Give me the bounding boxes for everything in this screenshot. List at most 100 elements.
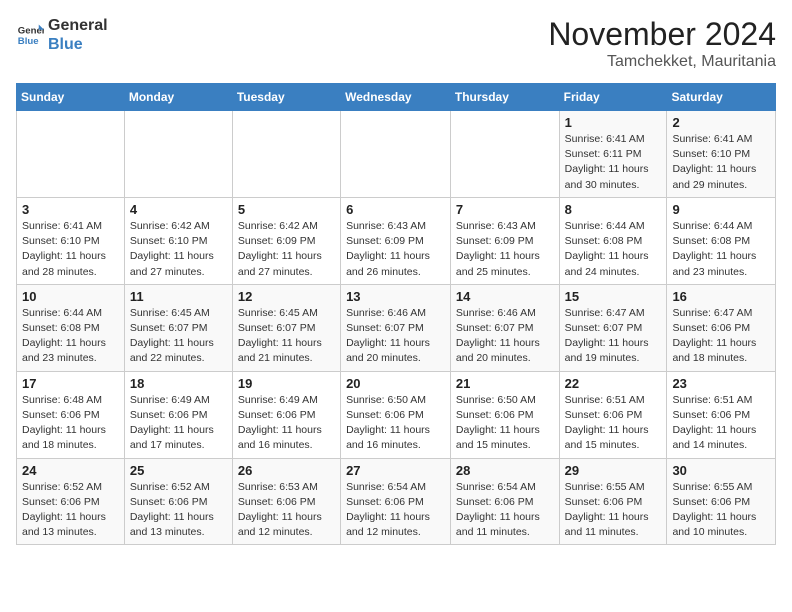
day-number: 23 <box>672 376 770 391</box>
day-info: Sunrise: 6:47 AM Sunset: 6:07 PM Dayligh… <box>565 306 662 367</box>
calendar-cell: 26 Sunrise: 6:53 AM Sunset: 6:06 PM Dayli… <box>232 458 340 545</box>
day-info: Sunrise: 6:50 AM Sunset: 6:06 PM Dayligh… <box>346 393 445 454</box>
calendar-cell: 1Sunrise: 6:41 AM Sunset: 6:11 PM Daylig… <box>559 111 667 198</box>
header-monday: Monday <box>124 84 232 111</box>
svg-text:Blue: Blue <box>18 36 39 47</box>
day-number: 25 <box>130 463 227 478</box>
day-number: 19 <box>238 376 335 391</box>
day-info: Sunrise: 6:49 AM Sunset: 6:06 PM Dayligh… <box>130 393 227 454</box>
day-info: Sunrise: 6:44 AM Sunset: 6:08 PM Dayligh… <box>565 219 662 280</box>
calendar-cell: 14 Sunrise: 6:46 AM Sunset: 6:07 PM Dayli… <box>450 284 559 371</box>
header-saturday: Saturday <box>667 84 776 111</box>
day-info: Sunrise: 6:54 AM Sunset: 6:06 PM Dayligh… <box>346 480 445 541</box>
day-number: 20 <box>346 376 445 391</box>
day-number: 30 <box>672 463 770 478</box>
calendar-week-4: 17Sunrise: 6:48 AM Sunset: 6:06 PM Dayli… <box>17 371 776 458</box>
day-info: Sunrise: 6:46 AM Sunset: 6:07 PM Dayligh… <box>346 306 445 367</box>
calendar-table: SundayMondayTuesdayWednesdayThursdayFrid… <box>16 83 776 545</box>
calendar-cell: 5Sunrise: 6:42 AM Sunset: 6:09 PM Daylig… <box>232 197 340 284</box>
page-header: General Blue General Blue November 2024 … <box>16 16 776 71</box>
day-number: 21 <box>456 376 554 391</box>
calendar-cell: 15 Sunrise: 6:47 AM Sunset: 6:07 PM Dayli… <box>559 284 667 371</box>
calendar-cell: 8 Sunrise: 6:44 AM Sunset: 6:08 PM Daylig… <box>559 197 667 284</box>
day-number: 9 <box>672 202 770 217</box>
location-title: Tamchekket, Mauritania <box>548 53 776 71</box>
calendar-cell: 29Sunrise: 6:55 AM Sunset: 6:06 PM Dayli… <box>559 458 667 545</box>
header-wednesday: Wednesday <box>341 84 451 111</box>
month-title: November 2024 <box>548 16 776 53</box>
day-info: Sunrise: 6:44 AM Sunset: 6:08 PM Dayligh… <box>672 219 770 280</box>
day-info: Sunrise: 6:53 AM Sunset: 6:06 PM Dayligh… <box>238 480 335 541</box>
day-info: Sunrise: 6:50 AM Sunset: 6:06 PM Dayligh… <box>456 393 554 454</box>
calendar-cell: 24 Sunrise: 6:52 AM Sunset: 6:06 PM Dayli… <box>17 458 125 545</box>
day-number: 24 <box>22 463 119 478</box>
calendar-cell: 4 Sunrise: 6:42 AM Sunset: 6:10 PM Daylig… <box>124 197 232 284</box>
header-thursday: Thursday <box>450 84 559 111</box>
title-block: November 2024 Tamchekket, Mauritania <box>548 16 776 71</box>
day-info: Sunrise: 6:43 AM Sunset: 6:09 PM Dayligh… <box>456 219 554 280</box>
calendar-cell: 23 Sunrise: 6:51 AM Sunset: 6:06 PM Dayli… <box>667 371 776 458</box>
day-info: Sunrise: 6:46 AM Sunset: 6:07 PM Dayligh… <box>456 306 554 367</box>
calendar-cell: 25 Sunrise: 6:52 AM Sunset: 6:06 PM Dayli… <box>124 458 232 545</box>
day-number: 8 <box>565 202 662 217</box>
day-info: Sunrise: 6:54 AM Sunset: 6:06 PM Dayligh… <box>456 480 554 541</box>
calendar-cell: 28 Sunrise: 6:54 AM Sunset: 6:06 PM Dayli… <box>450 458 559 545</box>
calendar-cell: 2Sunrise: 6:41 AM Sunset: 6:10 PM Daylig… <box>667 111 776 198</box>
day-number: 26 <box>238 463 335 478</box>
day-info: Sunrise: 6:43 AM Sunset: 6:09 PM Dayligh… <box>346 219 445 280</box>
day-number: 7 <box>456 202 554 217</box>
calendar-cell: 7 Sunrise: 6:43 AM Sunset: 6:09 PM Daylig… <box>450 197 559 284</box>
logo-general-text: General <box>48 16 108 35</box>
calendar-cell: 9 Sunrise: 6:44 AM Sunset: 6:08 PM Daylig… <box>667 197 776 284</box>
day-number: 16 <box>672 289 770 304</box>
day-info: Sunrise: 6:44 AM Sunset: 6:08 PM Dayligh… <box>22 306 119 367</box>
day-info: Sunrise: 6:49 AM Sunset: 6:06 PM Dayligh… <box>238 393 335 454</box>
day-info: Sunrise: 6:55 AM Sunset: 6:06 PM Dayligh… <box>672 480 770 541</box>
calendar-cell: 17Sunrise: 6:48 AM Sunset: 6:06 PM Dayli… <box>17 371 125 458</box>
day-number: 1 <box>565 115 662 130</box>
calendar-cell: 21 Sunrise: 6:50 AM Sunset: 6:06 PM Dayli… <box>450 371 559 458</box>
day-info: Sunrise: 6:52 AM Sunset: 6:06 PM Dayligh… <box>22 480 119 541</box>
logo-blue-text: Blue <box>48 35 108 54</box>
day-info: Sunrise: 6:42 AM Sunset: 6:10 PM Dayligh… <box>130 219 227 280</box>
day-number: 18 <box>130 376 227 391</box>
day-info: Sunrise: 6:47 AM Sunset: 6:06 PM Dayligh… <box>672 306 770 367</box>
calendar-cell: 22Sunrise: 6:51 AM Sunset: 6:06 PM Dayli… <box>559 371 667 458</box>
day-info: Sunrise: 6:51 AM Sunset: 6:06 PM Dayligh… <box>672 393 770 454</box>
day-number: 4 <box>130 202 227 217</box>
day-number: 29 <box>565 463 662 478</box>
calendar-cell: 3 Sunrise: 6:41 AM Sunset: 6:10 PM Daylig… <box>17 197 125 284</box>
day-info: Sunrise: 6:45 AM Sunset: 6:07 PM Dayligh… <box>130 306 227 367</box>
calendar-week-3: 10Sunrise: 6:44 AM Sunset: 6:08 PM Dayli… <box>17 284 776 371</box>
day-number: 11 <box>130 289 227 304</box>
calendar-cell: 20 Sunrise: 6:50 AM Sunset: 6:06 PM Dayli… <box>341 371 451 458</box>
calendar-cell: 13 Sunrise: 6:46 AM Sunset: 6:07 PM Dayli… <box>341 284 451 371</box>
calendar-cell: 11 Sunrise: 6:45 AM Sunset: 6:07 PM Dayli… <box>124 284 232 371</box>
calendar-cell: 19 Sunrise: 6:49 AM Sunset: 6:06 PM Dayli… <box>232 371 340 458</box>
day-number: 15 <box>565 289 662 304</box>
calendar-week-2: 3 Sunrise: 6:41 AM Sunset: 6:10 PM Daylig… <box>17 197 776 284</box>
day-number: 3 <box>22 202 119 217</box>
day-number: 14 <box>456 289 554 304</box>
day-number: 5 <box>238 202 335 217</box>
day-info: Sunrise: 6:51 AM Sunset: 6:06 PM Dayligh… <box>565 393 662 454</box>
calendar-week-5: 24 Sunrise: 6:52 AM Sunset: 6:06 PM Dayli… <box>17 458 776 545</box>
day-info: Sunrise: 6:48 AM Sunset: 6:06 PM Dayligh… <box>22 393 119 454</box>
day-number: 12 <box>238 289 335 304</box>
day-info: Sunrise: 6:41 AM Sunset: 6:10 PM Dayligh… <box>22 219 119 280</box>
calendar-cell <box>124 111 232 198</box>
calendar-cell: 30 Sunrise: 6:55 AM Sunset: 6:06 PM Dayli… <box>667 458 776 545</box>
calendar-cell: 18 Sunrise: 6:49 AM Sunset: 6:06 PM Dayli… <box>124 371 232 458</box>
calendar-cell <box>341 111 451 198</box>
day-number: 6 <box>346 202 445 217</box>
logo: General Blue General Blue <box>16 16 108 54</box>
header-sunday: Sunday <box>17 84 125 111</box>
calendar-cell: 12Sunrise: 6:45 AM Sunset: 6:07 PM Dayli… <box>232 284 340 371</box>
calendar-cell: 10Sunrise: 6:44 AM Sunset: 6:08 PM Dayli… <box>17 284 125 371</box>
day-info: Sunrise: 6:52 AM Sunset: 6:06 PM Dayligh… <box>130 480 227 541</box>
day-number: 13 <box>346 289 445 304</box>
calendar-header-row: SundayMondayTuesdayWednesdayThursdayFrid… <box>17 84 776 111</box>
calendar-cell: 6 Sunrise: 6:43 AM Sunset: 6:09 PM Daylig… <box>341 197 451 284</box>
calendar-cell <box>232 111 340 198</box>
day-number: 28 <box>456 463 554 478</box>
